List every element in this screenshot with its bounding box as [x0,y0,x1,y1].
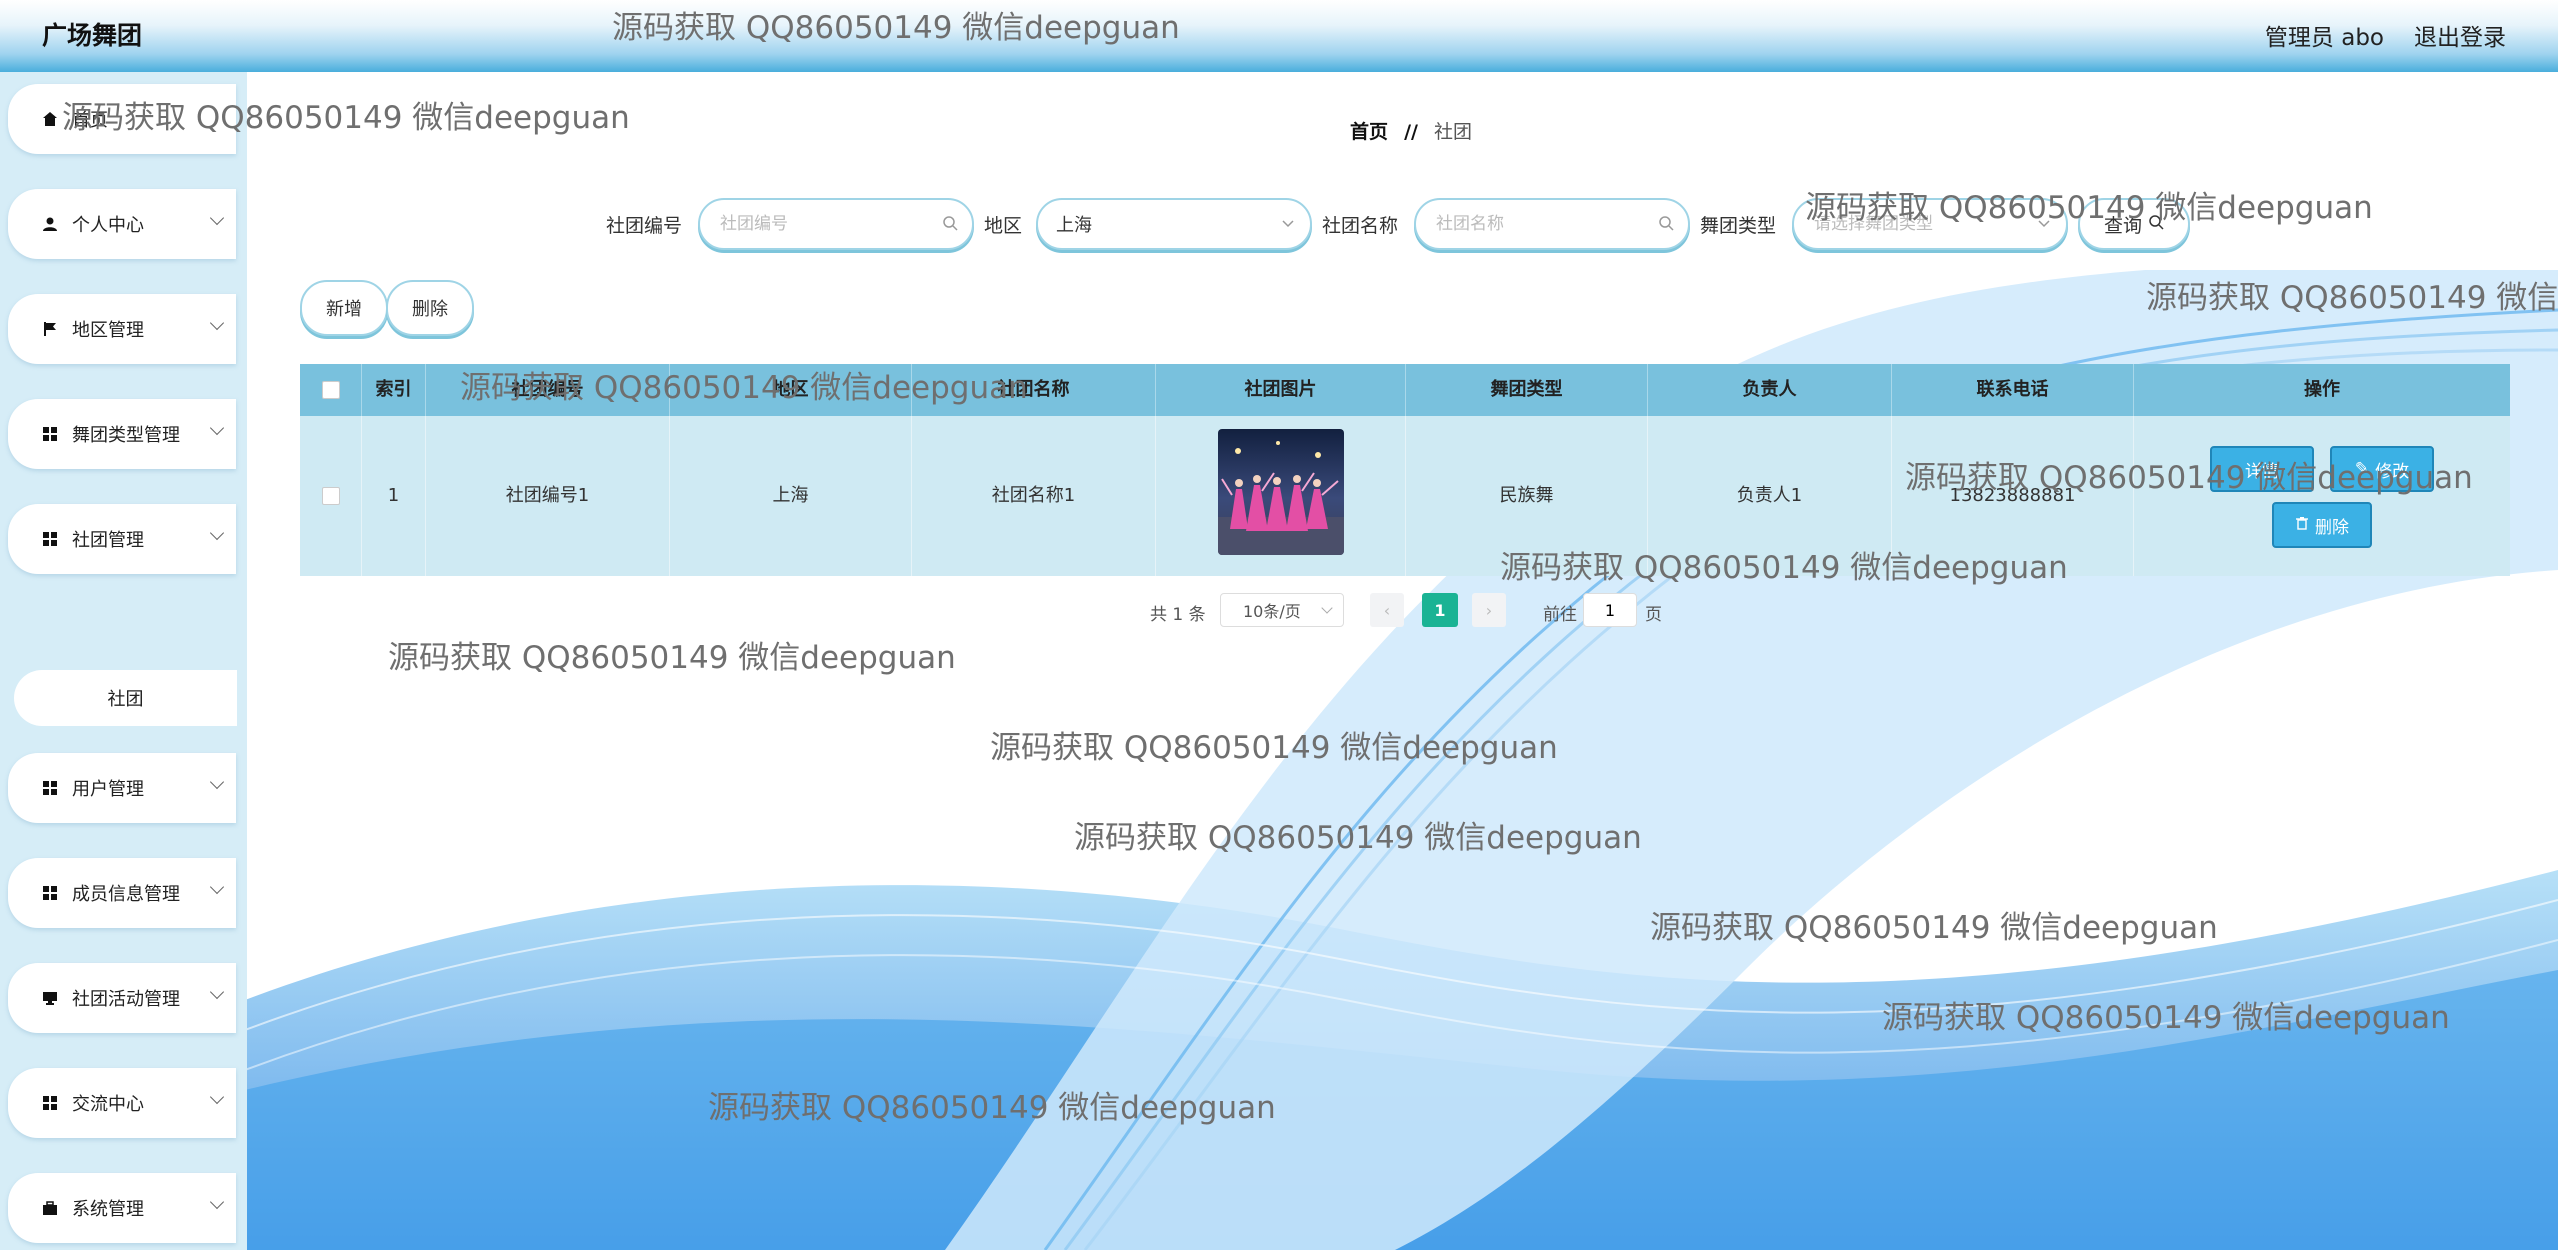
club-name-input[interactable] [1434,213,1629,235]
row-select-cell [300,416,362,576]
sidebar-item-personal-center[interactable]: 个人中心 [8,189,236,259]
cell-region: 上海 [670,416,912,576]
cell-club-no: 社团编号1 [426,416,670,576]
goto-label: 前往 [1543,605,1577,625]
prev-page-button[interactable]: ‹ [1370,593,1404,627]
row-checkbox[interactable] [321,487,340,505]
page-size-select[interactable]: 10条/页 [1220,593,1344,627]
search-icon [2148,213,2164,235]
edit-button-label: 修改 [2375,461,2410,482]
table-header: 索引 社团编号 地区 社团名称 社团图片 舞团类型 负责人 联系电话 操作 [300,364,2510,416]
dance-type-select[interactable] [1792,198,2068,250]
logout-link[interactable]: 退出登录 [2414,18,2506,52]
breadcrumb-home[interactable]: 首页 [1350,121,1388,143]
region-label: 地区 [984,215,1023,237]
chevron-down-icon [2036,215,2052,235]
app-title: 广场舞团 [42,21,143,50]
add-button[interactable]: 新增 [300,280,388,336]
sidebar-item-label: 首页 [72,110,108,131]
sidebar-item-dance-type-management[interactable]: 舞团类型管理 [8,399,236,469]
column-header: 联系电话 [1892,364,2134,416]
grid-icon [42,885,58,901]
grid-icon [42,426,58,442]
club-name-label: 社团名称 [1322,215,1399,237]
column-header: 索引 [362,364,426,416]
dance-type-label: 舞团类型 [1700,215,1777,237]
club-no-field[interactable] [698,198,974,250]
admin-user-label[interactable]: 管理员 abo [2265,18,2384,52]
goto-unit: 页 [1645,605,1662,625]
club-no-label: 社团编号 [606,215,683,237]
chevron-left-icon: ‹ [1383,600,1391,620]
sidebar-item-user-management[interactable]: 用户管理 [8,753,236,823]
breadcrumb-separator: // [1404,121,1418,143]
edit-icon: ✎ [2354,459,2370,479]
cell-index: 1 [362,416,426,576]
query-button-label: 查询 [2103,214,2142,237]
query-button[interactable]: 查询 [2078,198,2190,250]
flag-icon [42,321,58,337]
sidebar-item-member-management[interactable]: 成员信息管理 [8,858,236,928]
table-row: 1 社团编号1 上海 社团名称1 民族舞 负责人1 13823888881 详情… [300,416,2510,576]
goto-page-input[interactable] [1583,593,1637,627]
edit-button[interactable]: ✎ 修改 [2330,446,2434,492]
grid-icon [42,1095,58,1111]
monitor-icon [42,990,58,1006]
cell-operations [2134,416,2510,576]
club-no-input[interactable] [718,213,913,235]
row-delete-button[interactable]: 删除 [2272,502,2372,548]
delete-button[interactable]: 删除 [386,280,474,336]
detail-button[interactable]: 详情 [2210,446,2314,492]
column-header: 社团图片 [1156,364,1406,416]
breadcrumb: 首页 // 社团 [1350,117,1472,144]
search-icon [1658,215,1674,235]
search-icon [942,215,958,235]
select-all-checkbox[interactable] [321,381,340,399]
sidebar-item-club-activity-management[interactable]: 社团活动管理 [8,963,236,1033]
pagination-total: 共 1 条 [1150,605,1206,625]
dance-type-input[interactable] [1812,213,2007,235]
sidebar-item-exchange-center[interactable]: 交流中心 [8,1068,236,1138]
grid-icon [42,531,58,547]
column-header: 舞团类型 [1406,364,1648,416]
trash-icon [2295,515,2309,535]
cell-dance-type: 民族舞 [1406,416,1648,576]
page-size-value: 10条/页 [1243,602,1301,621]
breadcrumb-current: 社团 [1434,121,1473,143]
column-header: 社团编号 [426,364,670,416]
sidebar-item-home[interactable]: 首页 [8,84,236,154]
column-header: 社团名称 [912,364,1156,416]
sidebar-item-system-management[interactable]: 系统管理 [8,1173,236,1243]
chevron-right-icon: › [1485,600,1493,620]
region-select[interactable]: 上海 [1036,198,1312,250]
home-icon [42,111,58,127]
cell-phone: 13823888881 [1892,416,2134,576]
detail-button-label: 详情 [2245,461,2279,482]
top-header: 广场舞团 管理员 abo 退出登录 [0,0,2558,72]
row-delete-button-label: 删除 [2315,517,2349,538]
chevron-down-icon [1321,602,1333,614]
grid-icon [42,780,58,796]
sidebar-item-club-management[interactable]: 社团管理 [8,504,236,574]
column-header: 操作 [2304,379,2340,400]
column-header: 地区 [670,364,912,416]
cell-club-name: 社团名称1 [912,416,1156,576]
user-icon [42,216,58,232]
page-number-current[interactable]: 1 [1422,593,1458,627]
briefcase-icon [42,1200,58,1216]
column-header: 负责人 [1648,364,1892,416]
sidebar: 首页 个人中心 地区管理 舞团类型管理 社团管理 社团 用户管理 成员信息管理 … [0,72,247,1250]
club-name-field[interactable] [1414,198,1690,250]
sidebar-subitem-club[interactable]: 社团 [14,670,237,726]
next-page-button[interactable]: › [1472,593,1506,627]
select-all-cell [300,364,362,416]
cell-leader: 负责人1 [1648,416,1892,576]
chevron-down-icon [1280,215,1296,235]
club-image-thumbnail[interactable] [1218,429,1344,555]
sidebar-item-region-management[interactable]: 地区管理 [8,294,236,364]
region-selected-value: 上海 [1056,215,1092,236]
